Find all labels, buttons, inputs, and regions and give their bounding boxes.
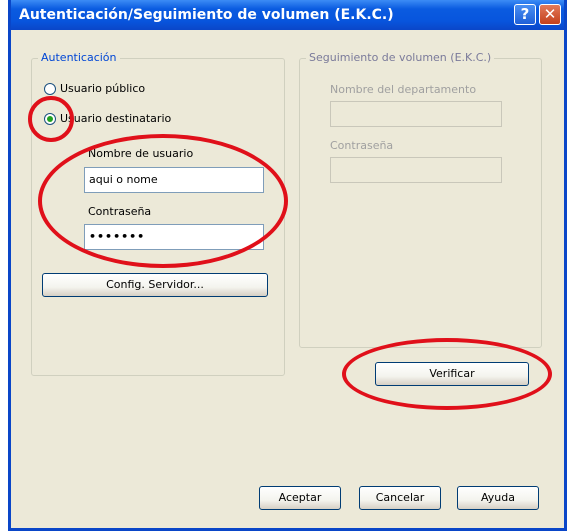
radio-public-user[interactable]: Usuario público (44, 81, 145, 97)
window-title: Autenticación/Seguimiento de volumen (E.… (19, 7, 394, 23)
cancel-button[interactable]: Cancelar (359, 486, 441, 510)
radio-recipient-label: Usuario destinatario (60, 112, 172, 125)
department-label: Nombre del departamento (330, 83, 477, 96)
accept-button[interactable]: Aceptar (259, 486, 341, 510)
verify-button[interactable]: Verificar (375, 362, 529, 386)
department-field[interactable] (330, 101, 502, 127)
help-icon[interactable]: ? (514, 4, 536, 25)
close-icon[interactable]: ✕ (539, 4, 561, 25)
volume-group-legend: Seguimiento de volumen (E.K.C.) (306, 51, 495, 64)
password-field[interactable]: ••••••• (84, 224, 264, 250)
dialog-window: Autenticación/Seguimiento de volumen (E.… (8, 0, 567, 531)
username-label: Nombre de usuario (88, 147, 194, 160)
volume-groupbox: Seguimiento de volumen (E.K.C.) Nombre d… (299, 51, 542, 348)
radio-public-label: Usuario público (60, 82, 146, 95)
password-label: Contraseña (88, 205, 152, 218)
radio-recipient-user[interactable]: Usuario destinatario (44, 111, 171, 127)
auth-group-legend: Autenticación (38, 51, 120, 64)
title-bar: Autenticación/Seguimiento de volumen (E.… (11, 0, 564, 30)
auth-groupbox: Autenticación Usuario público Usuario de… (31, 51, 285, 376)
volume-password-label: Contraseña (330, 139, 394, 152)
help-button[interactable]: Ayuda (457, 486, 539, 510)
volume-password-field[interactable] (330, 157, 502, 183)
radio-public-icon (44, 83, 56, 95)
config-server-button[interactable]: Config. Servidor... (42, 273, 268, 297)
username-field[interactable]: aqui o nome (84, 167, 264, 193)
radio-recipient-icon (44, 113, 56, 125)
